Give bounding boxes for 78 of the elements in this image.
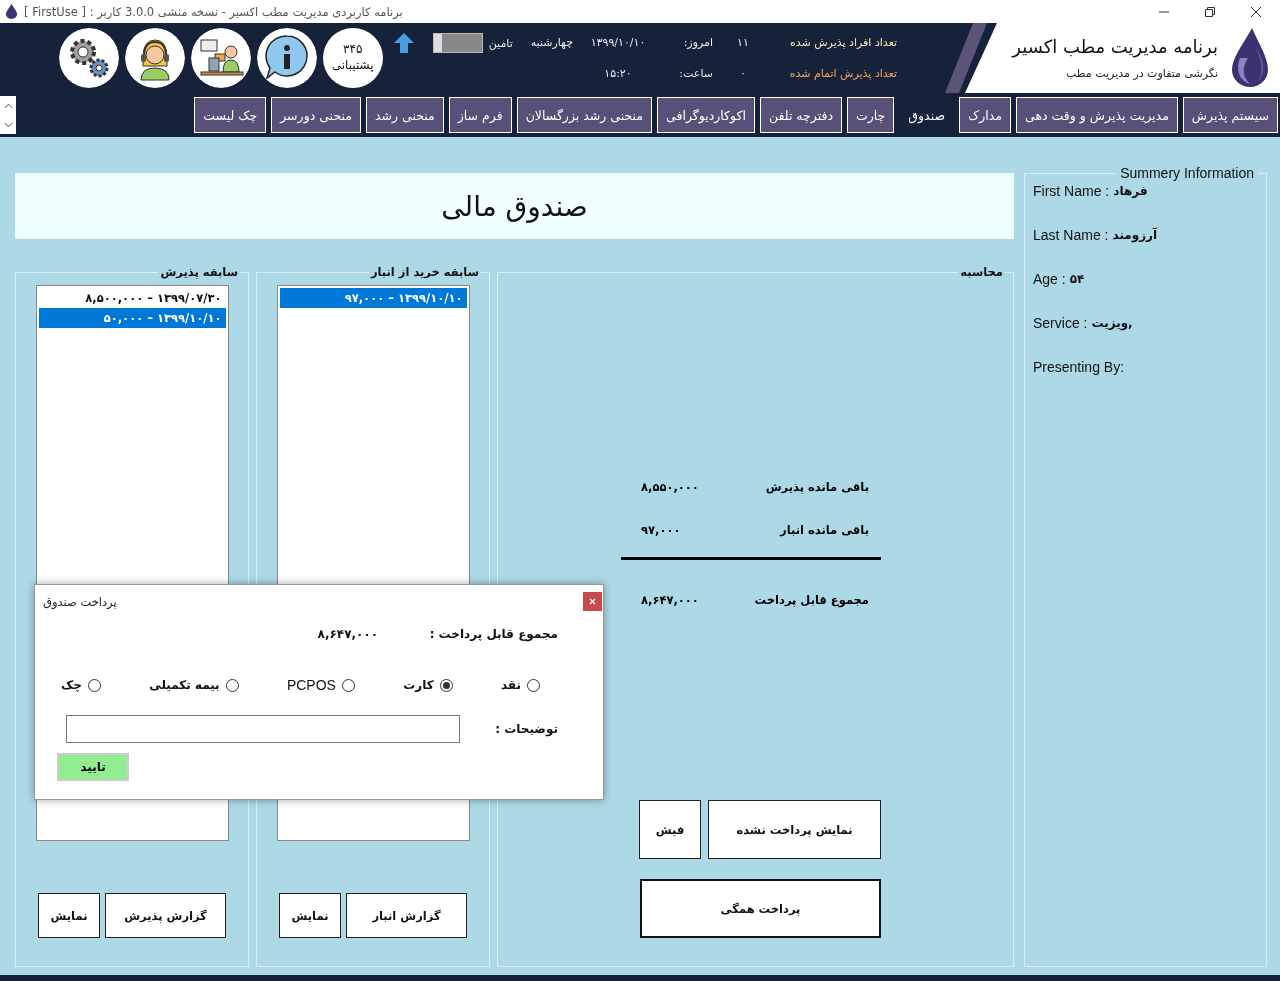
nav-tab[interactable]: منحنی دورسر	[271, 97, 361, 133]
nav-tab[interactable]: منحنی رشد بزرگسالان	[516, 97, 652, 133]
scroll-down-icon[interactable]	[3, 121, 13, 128]
field-value: آرزومند	[1112, 228, 1158, 242]
nav-tab[interactable]: سیستم پذیرش	[1182, 97, 1278, 133]
total-label: مجموع قابل پرداخت :	[428, 627, 558, 641]
nav-tab[interactable]: مدارک	[959, 97, 1011, 133]
restore-icon[interactable]	[1204, 5, 1216, 18]
payment-option[interactable]: PCPOS	[286, 677, 355, 693]
payment-option[interactable]: بیمه تکمیلی	[149, 677, 239, 693]
nav-tab[interactable]: چارت	[847, 97, 895, 133]
payment-option[interactable]: چک	[61, 677, 101, 693]
list-item[interactable]: ۱۳۹۹/۰۷/۳۰ – ۸,۵۰۰,۰۰۰	[38, 288, 226, 308]
app-tagline: نگرشی متفاوت در مدیریت مطب	[1065, 67, 1218, 80]
nav-tab[interactable]: منحنی رشد	[365, 97, 444, 133]
report-button[interactable]: گزارش پذیرش	[105, 893, 226, 938]
group-title: محاسبه	[959, 265, 1004, 279]
total-value: ۸,۶۴۷,۰۰۰	[317, 627, 378, 641]
stat-value: ۱۱	[736, 36, 750, 49]
report-button[interactable]: نمایش	[38, 893, 100, 938]
field-value: ویزیت,	[1091, 316, 1133, 330]
toggle-label: تامین	[488, 36, 513, 50]
support-button[interactable]: ۳۴۵ پشتیبانی	[322, 28, 383, 88]
stat-value: ۰	[739, 67, 747, 80]
action-button[interactable]: نمایش پرداخت نشده	[708, 800, 881, 859]
amount-value: ۸,۵۵۰,۰۰۰	[641, 479, 699, 494]
info-icon[interactable]	[256, 28, 317, 88]
up-arrow-icon[interactable]	[392, 32, 415, 54]
group-title: سابقه خرید از انبار	[369, 265, 480, 279]
amount-label: باقی مانده انبار	[780, 522, 869, 537]
payment-option[interactable]: نقد	[500, 677, 540, 693]
amount-value: ۹۷,۰۰۰	[641, 522, 681, 537]
support-agent-icon[interactable]	[124, 28, 185, 88]
total-value: ۸,۶۴۷,۰۰۰	[641, 592, 699, 607]
scroll-up-icon[interactable]	[3, 102, 13, 109]
field-label: Service :	[1033, 315, 1088, 331]
field-label: Age :	[1033, 271, 1066, 287]
logo-icon	[1230, 28, 1270, 88]
payment-option[interactable]: کارت	[403, 677, 453, 693]
time-label: ساعت:	[678, 67, 713, 80]
nav-tab[interactable]: مدیریت پذیرش و وقت دهی	[1016, 97, 1178, 133]
weekday: چهارشنبه	[530, 36, 573, 49]
date-label: امروز:	[682, 36, 713, 49]
amount-label: باقی مانده پذیرش	[765, 479, 869, 494]
report-button[interactable]: گزارش انبار	[346, 893, 467, 938]
date-value: ۱۳۹۹/۱۰/۱۰	[589, 36, 647, 49]
stat-label: تعداد پذیرش اتمام شده	[788, 67, 897, 80]
pay-all-button[interactable]: پرداخت همگی	[640, 879, 881, 938]
app-icon	[5, 4, 18, 19]
field-label: Presenting By:	[1033, 359, 1125, 375]
total-label: مجموع قابل پرداخت	[754, 592, 869, 607]
stat-label: تعداد افراد پذیرش شده	[788, 36, 897, 49]
notes-field[interactable]	[66, 715, 460, 743]
list-item[interactable]: ۱۳۹۹/۱۰/۱۰ – ۵۰,۰۰۰	[38, 308, 226, 328]
notes-label: توضیحات :	[494, 722, 558, 736]
action-button[interactable]: فیش	[639, 800, 701, 859]
close-icon[interactable]	[1250, 5, 1262, 18]
field-label: First Name :	[1033, 183, 1110, 199]
report-button[interactable]: نمایش	[279, 893, 341, 938]
nav-tab[interactable]: چک لیست	[194, 97, 267, 133]
settings-icon[interactable]	[58, 28, 119, 88]
toggle-switch[interactable]	[432, 33, 483, 53]
group-title: سابقه پذیرش	[159, 265, 239, 279]
nav-tab[interactable]: دفترچه تلفن	[759, 97, 842, 133]
time-value: ۱۵:۲۰	[603, 67, 633, 80]
summary-title: Summery Information	[1119, 165, 1255, 181]
field-value: ۵۴	[1069, 272, 1085, 286]
nav-tab[interactable]: فرم ساز	[448, 97, 512, 133]
confirm-button[interactable]: تایید	[57, 753, 129, 781]
field-value: فرهاد	[1113, 184, 1148, 198]
dialog-title: پرداخت صندوق	[43, 594, 117, 609]
chat-person-icon[interactable]	[190, 28, 251, 88]
app-title: برنامه مدیریت مطب اکسیر	[1012, 36, 1218, 57]
window-title: برنامه کاربردی مدیریت مطب اکسیر - نسخه منشی 3.0.0 کاربر : [ FirstUse ]	[24, 4, 403, 19]
list-item[interactable]: ۱۳۹۹/۱۰/۱۰ – ۹۷,۰۰۰	[279, 288, 467, 308]
page-title: صندوق مالی	[441, 189, 588, 223]
nav-tab[interactable]: اکوکاردیوگرافی	[657, 97, 755, 133]
field-label: Last Name :	[1033, 227, 1109, 243]
